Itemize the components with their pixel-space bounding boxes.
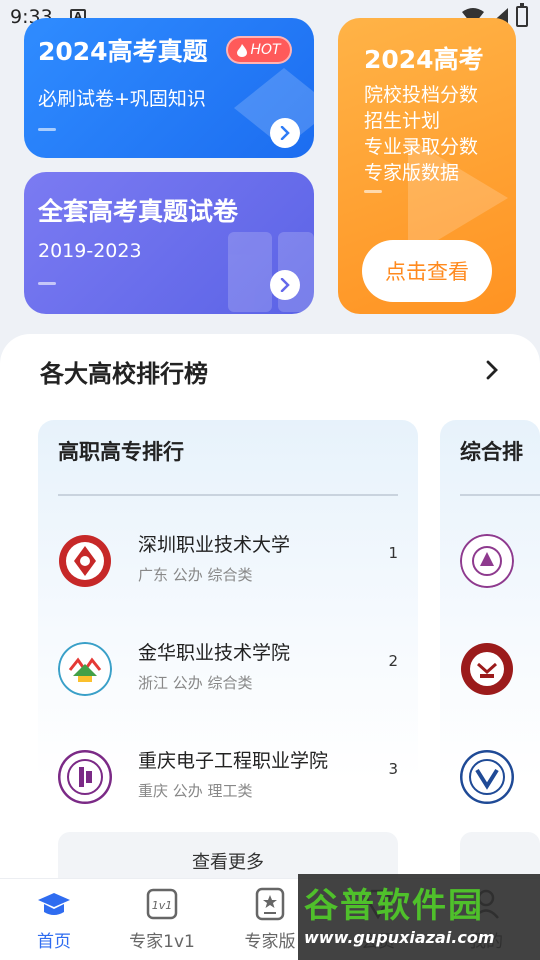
document-deco-icon: [228, 232, 314, 312]
svg-text:1v1: 1v1: [152, 899, 173, 912]
university-meta: 浙江 公办 综合类: [138, 674, 253, 692]
university-name: 重庆电子工程职业学院: [138, 750, 329, 772]
university-logo: [58, 750, 112, 804]
gaokao-line-3: 专业录取分数: [364, 136, 479, 158]
university-name: 深圳职业技术大学: [138, 534, 291, 556]
divider: [460, 494, 540, 496]
university-meta: 重庆 公办 理工类: [138, 782, 253, 800]
university-logo: [460, 750, 514, 804]
gaokao-data-banner[interactable]: 2024高考 院校投档分数 招生计划 专业录取分数 专家版数据 点击查看: [338, 18, 516, 314]
list-item[interactable]: [460, 530, 520, 620]
list-item[interactable]: [460, 638, 520, 728]
tab-expert-1v1[interactable]: 1v1 专家1v1: [112, 887, 212, 952]
flame-icon: [237, 43, 248, 57]
rank-number: 2: [388, 652, 398, 670]
ranking-card-title: 综合排: [460, 440, 523, 464]
hot-badge-label: HOT: [250, 42, 281, 58]
university-logo: [59, 535, 111, 587]
tab-label: 首页: [37, 932, 71, 952]
ranking-section: 各大高校排行榜 高职高专排行 深圳职业技术大学 广东 公办 综合类 1 金华职业…: [0, 334, 540, 900]
gaokao-line-1: 院校投档分数: [364, 84, 479, 106]
university-logo: [461, 643, 513, 695]
list-item[interactable]: 金华职业技术学院 浙江 公办 综合类 2: [58, 638, 398, 728]
exam-banner-title: 2024高考真题: [38, 37, 208, 66]
section-title: 各大高校排行榜: [40, 360, 208, 388]
exam-papers-banner[interactable]: 2024高考真题 HOT 必刷试卷+巩固知识: [24, 18, 314, 158]
gaokao-line-4: 专家版数据: [364, 162, 460, 184]
full-set-banner-subtitle: 2019-2023: [38, 240, 142, 262]
watermark: 谷普软件园 www.gupuxiazai.com: [298, 874, 540, 960]
gaokao-banner-title: 2024高考: [364, 45, 484, 74]
chevron-right-icon: [280, 278, 290, 292]
tab-home[interactable]: 首页: [4, 887, 104, 952]
university-logo: [58, 642, 112, 696]
exam-banner-subtitle: 必刷试卷+巩固知识: [38, 88, 206, 110]
divider-dash: [38, 282, 56, 285]
watermark-url: www.gupuxiazai.com: [304, 928, 495, 947]
gaokao-line-2: 招生计划: [364, 110, 441, 132]
list-item[interactable]: 深圳职业技术大学 广东 公办 综合类 1: [58, 530, 398, 620]
list-item[interactable]: 重庆电子工程职业学院 重庆 公办 理工类 3: [58, 746, 398, 836]
graduation-cap-icon: [38, 893, 70, 915]
star-doc-icon: [255, 887, 285, 921]
vocational-ranking-card: 高职高专排行 深圳职业技术大学 广东 公办 综合类 1 金华职业技术学院 浙江 …: [38, 420, 418, 900]
university-meta: 广东 公办 综合类: [138, 566, 253, 584]
rank-number: 1: [388, 544, 398, 562]
list-item[interactable]: [460, 746, 520, 836]
book-deco-icon: [234, 68, 314, 148]
divider-dash: [38, 128, 56, 131]
full-set-banner-arrow-button[interactable]: [270, 270, 300, 300]
ranking-card-title: 高职高专排行: [58, 440, 184, 464]
chevron-right-icon: [280, 126, 290, 140]
watermark-text: 谷普软件园: [304, 886, 484, 926]
divider: [58, 494, 398, 496]
full-set-papers-banner[interactable]: 全套高考真题试卷 2019-2023: [24, 172, 314, 314]
exam-banner-arrow-button[interactable]: [270, 118, 300, 148]
rank-number: 3: [388, 760, 398, 778]
hot-badge: HOT: [226, 36, 292, 64]
full-set-banner-title: 全套高考真题试卷: [38, 197, 239, 226]
one-v-one-icon: 1v1: [146, 888, 178, 920]
university-logo: [460, 534, 514, 588]
divider-dash: [364, 190, 382, 193]
university-name: 金华职业技术学院: [138, 642, 291, 664]
comprehensive-ranking-card: 综合排: [440, 420, 540, 900]
view-button[interactable]: 点击查看: [362, 240, 492, 302]
battery-icon: [516, 3, 528, 27]
tab-label: 专家1v1: [129, 932, 195, 952]
chevron-right-icon[interactable]: [484, 360, 500, 380]
